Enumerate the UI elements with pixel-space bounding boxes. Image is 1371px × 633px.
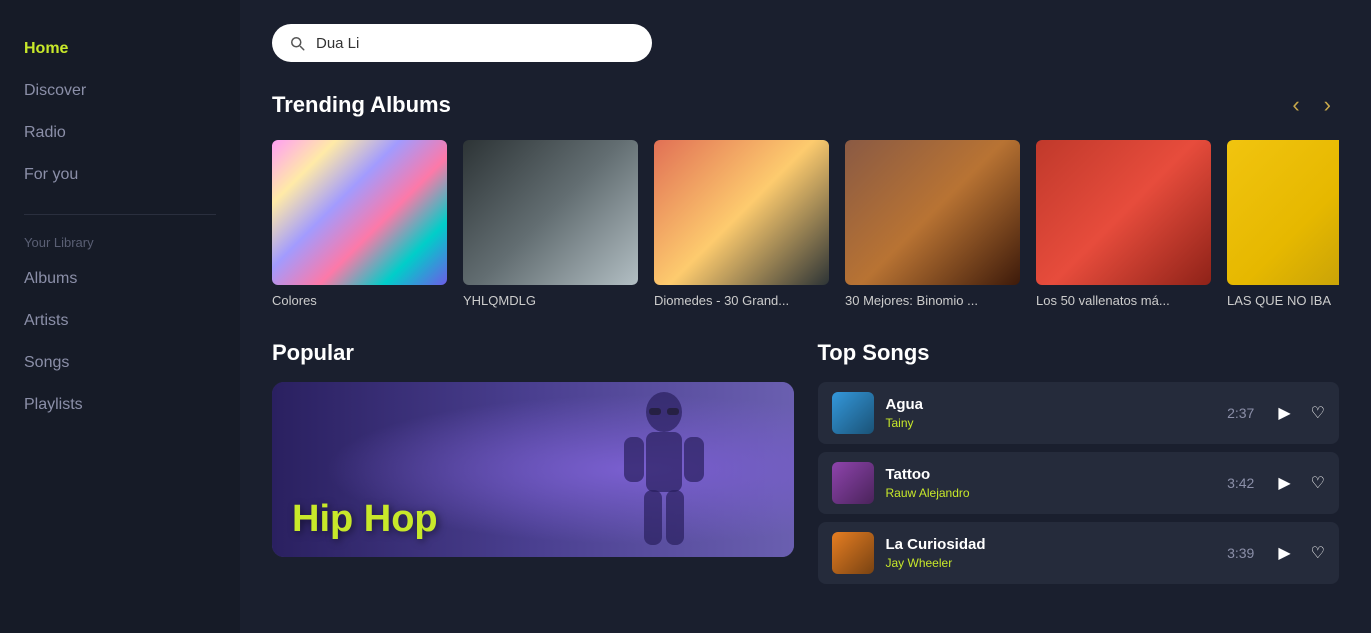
sidebar: Home Discover Radio For you Your Library Al… bbox=[0, 0, 240, 633]
song-name: La Curiosidad bbox=[886, 536, 1216, 553]
song-artist: Jay Wheeler bbox=[886, 556, 1216, 570]
top-songs-section: Top Songs Agua Tainy 2:37 ▶ ♡ Tattoo Rauw Alej… bbox=[818, 340, 1340, 592]
library-nav: Albums Artists Songs Playlists bbox=[0, 260, 240, 424]
album-cover bbox=[845, 140, 1020, 285]
search-icon bbox=[288, 34, 306, 52]
sidebar-nav: Home Discover Radio For you bbox=[0, 30, 240, 194]
song-artist: Rauw Alejandro bbox=[886, 486, 1216, 500]
sidebar-item-playlists[interactable]: Playlists bbox=[24, 386, 216, 424]
prev-album-button[interactable]: ‹ bbox=[1284, 90, 1307, 120]
song-play-button[interactable]: ▶ bbox=[1278, 473, 1290, 493]
popular-banner[interactable]: Hip Hop bbox=[272, 382, 794, 557]
songs-list: Agua Tainy 2:37 ▶ ♡ Tattoo Rauw Alejandro 3:42 ▶… bbox=[818, 382, 1340, 584]
album-card[interactable]: Colores bbox=[272, 140, 447, 308]
trending-albums-header: Trending Albums ‹ › bbox=[272, 90, 1339, 120]
sidebar-divider bbox=[24, 214, 216, 215]
song-play-button[interactable]: ▶ bbox=[1278, 543, 1290, 563]
album-card[interactable]: LAS QUE NO IBA bbox=[1227, 140, 1339, 308]
song-name: Tattoo bbox=[886, 466, 1216, 483]
albums-row: Colores YHLQMDLG Diomedes - 30 Grand... 30 … bbox=[272, 140, 1339, 308]
trending-albums-title: Trending Albums bbox=[272, 92, 451, 118]
song-item: La Curiosidad Jay Wheeler 3:39 ▶ ♡ bbox=[818, 522, 1340, 584]
album-card[interactable]: Diomedes - 30 Grand... bbox=[654, 140, 829, 308]
song-info: Tattoo Rauw Alejandro bbox=[886, 466, 1216, 500]
album-cover bbox=[1036, 140, 1211, 285]
album-cover bbox=[272, 140, 447, 285]
sidebar-item-songs[interactable]: Songs bbox=[24, 344, 216, 382]
bottom-section: Popular Hip Hop bbox=[272, 340, 1339, 592]
song-item: Agua Tainy 2:37 ▶ ♡ bbox=[818, 382, 1340, 444]
album-cover bbox=[654, 140, 829, 285]
sidebar-item-for-you[interactable]: For you bbox=[24, 156, 216, 194]
song-heart-button[interactable]: ♡ bbox=[1311, 473, 1325, 493]
album-cover bbox=[463, 140, 638, 285]
album-name: YHLQMDLG bbox=[463, 293, 638, 308]
album-name: Los 50 vallenatos má... bbox=[1036, 293, 1211, 308]
song-info: Agua Tainy bbox=[886, 396, 1216, 430]
sidebar-item-discover[interactable]: Discover bbox=[24, 72, 216, 110]
album-name: LAS QUE NO IBA bbox=[1227, 293, 1339, 308]
popular-section: Popular Hip Hop bbox=[272, 340, 794, 592]
song-thumbnail bbox=[832, 462, 874, 504]
song-thumbnail bbox=[832, 532, 874, 574]
sidebar-item-albums[interactable]: Albums bbox=[24, 260, 216, 298]
song-item: Tattoo Rauw Alejandro 3:42 ▶ ♡ bbox=[818, 452, 1340, 514]
album-card[interactable]: 30 Mejores: Binomio ... bbox=[845, 140, 1020, 308]
song-duration: 3:39 bbox=[1227, 545, 1254, 561]
song-play-button[interactable]: ▶ bbox=[1278, 403, 1290, 423]
song-heart-button[interactable]: ♡ bbox=[1311, 403, 1325, 423]
library-label: Your Library bbox=[0, 235, 240, 250]
sidebar-item-radio[interactable]: Radio bbox=[24, 114, 216, 152]
album-card[interactable]: Los 50 vallenatos má... bbox=[1036, 140, 1211, 308]
song-duration: 3:42 bbox=[1227, 475, 1254, 491]
popular-title: Popular bbox=[272, 340, 794, 366]
album-card[interactable]: YHLQMDLG bbox=[463, 140, 638, 308]
album-cover bbox=[1227, 140, 1339, 285]
next-album-button[interactable]: › bbox=[1316, 90, 1339, 120]
popular-banner-label: Hip Hop bbox=[272, 482, 458, 557]
sidebar-item-artists[interactable]: Artists bbox=[24, 302, 216, 340]
song-name: Agua bbox=[886, 396, 1216, 413]
sidebar-item-home[interactable]: Home bbox=[24, 30, 216, 68]
song-duration: 2:37 bbox=[1227, 405, 1254, 421]
top-songs-title: Top Songs bbox=[818, 340, 1340, 366]
song-thumbnail bbox=[832, 392, 874, 434]
album-nav-arrows: ‹ › bbox=[1284, 90, 1339, 120]
search-input[interactable] bbox=[316, 35, 636, 52]
album-name: 30 Mejores: Binomio ... bbox=[845, 293, 1020, 308]
song-info: La Curiosidad Jay Wheeler bbox=[886, 536, 1216, 570]
album-name: Colores bbox=[272, 293, 447, 308]
main-content: Trending Albums ‹ › Colores YHLQMDLG Diome… bbox=[240, 0, 1371, 633]
song-artist: Tainy bbox=[886, 416, 1216, 430]
album-name: Diomedes - 30 Grand... bbox=[654, 293, 829, 308]
song-heart-button[interactable]: ♡ bbox=[1311, 543, 1325, 563]
hip-hop-figure bbox=[594, 382, 734, 557]
search-bar[interactable] bbox=[272, 24, 652, 62]
